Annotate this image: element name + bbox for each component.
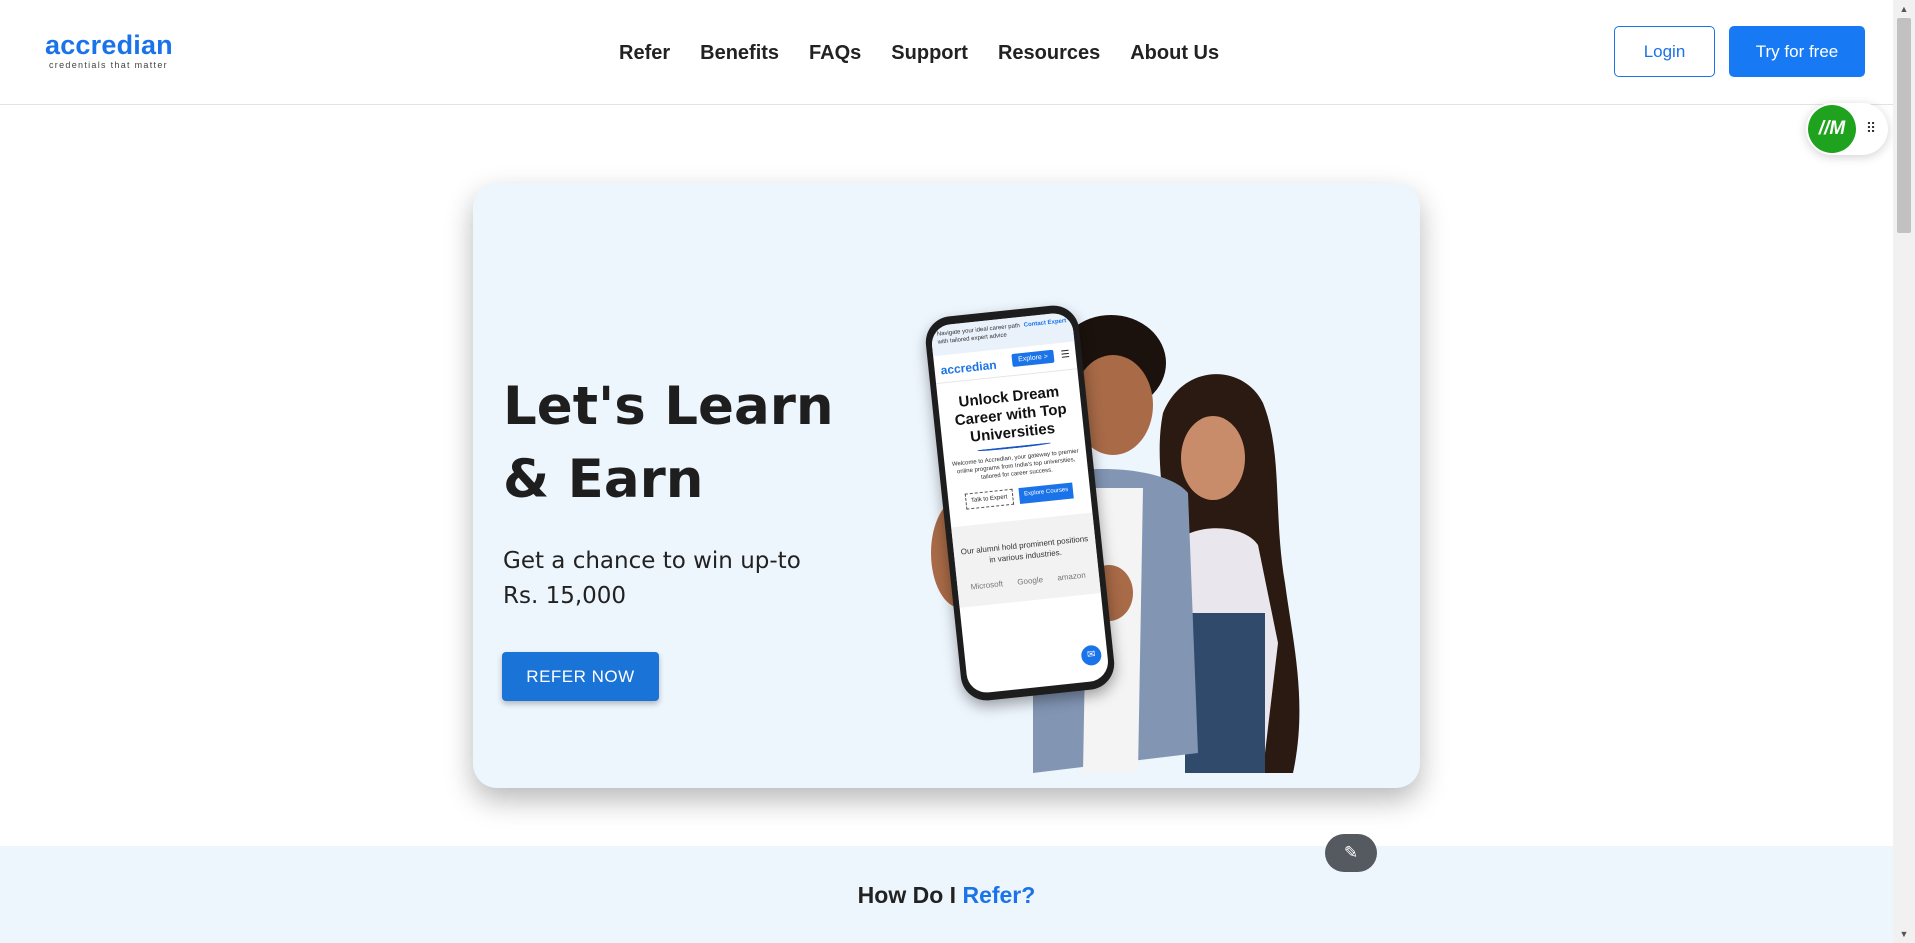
phone-top-text: Navigate your ideal career path with tai… [936, 323, 1021, 346]
hero-title-line2: & Earn [503, 449, 704, 510]
floating-widget[interactable]: //M ⠿ [1806, 103, 1888, 155]
scroll-down-arrow-icon[interactable]: ▼ [1893, 925, 1915, 943]
page-scrollbar[interactable]: ▲ ▼ [1893, 0, 1915, 943]
phone-alumni-text: Our alumni hold prominent positions in v… [960, 534, 1089, 565]
phone-explore-button: Explore > [1011, 349, 1055, 367]
hero-subtitle-line2: Rs. 15,000 [503, 583, 627, 609]
phone-contact-expert: Contact Expert [1023, 318, 1067, 329]
nav-about-us[interactable]: About Us [1130, 40, 1219, 66]
phone-heading: Unlock Dream Career with Top Universitie… [954, 383, 1068, 446]
logo-tagline: credentials that matter [49, 60, 168, 70]
nav-benefits[interactable]: Benefits [700, 40, 779, 66]
login-button[interactable]: Login [1614, 26, 1715, 77]
refer-now-button[interactable]: REFER NOW [502, 652, 659, 701]
hero-card: Let's Learn & Earn Get a chance to win u… [473, 183, 1420, 788]
nav-faqs[interactable]: FAQs [809, 40, 861, 66]
phone-chat-icon: ✉ [1080, 644, 1103, 667]
hero-subtitle: Get a chance to win up-to Rs. 15,000 [503, 544, 833, 614]
brand-logo[interactable]: accredian credentials that matter [45, 30, 175, 70]
hamburger-menu-icon: ☰ [1060, 349, 1071, 361]
hero-title: Let's Learn & Earn [503, 370, 843, 516]
widget-logo[interactable]: //M [1808, 105, 1856, 153]
google-logo: Google [1016, 575, 1044, 587]
drag-handle-icon[interactable]: ⠿ [1864, 116, 1878, 140]
phone-screen: Contact Expert Navigate your ideal caree… [930, 311, 1110, 695]
main-nav: Refer Benefits FAQs Support Resources Ab… [619, 40, 1219, 66]
amazon-logo: amazon [1056, 570, 1087, 583]
how-do-i-refer-section: How Do I Refer? [0, 846, 1893, 943]
nav-resources[interactable]: Resources [998, 40, 1100, 66]
phone-talk-to-expert: Talk to Expert [964, 488, 1015, 510]
nav-support[interactable]: Support [891, 40, 968, 66]
site-header: accredian credentials that matter Refer … [0, 0, 1893, 105]
how-section-title: How Do I Refer? [0, 882, 1893, 909]
hero-title-line1: Let's Learn [503, 376, 834, 437]
how-title-prefix: How Do I [857, 882, 963, 908]
phone-cta-buttons: Talk to Expert Explore Courses [948, 481, 1091, 512]
phone-company-logos: Microsoft Google amazon [963, 569, 1093, 594]
how-title-accent: Refer? [962, 882, 1036, 908]
hero-subtitle-line1: Get a chance to win up-to [503, 548, 801, 574]
nav-refer[interactable]: Refer [619, 40, 670, 66]
magic-wand-icon[interactable]: ✎ [1325, 834, 1377, 872]
scroll-up-arrow-icon[interactable]: ▲ [1893, 0, 1915, 18]
try-for-free-button[interactable]: Try for free [1729, 26, 1865, 77]
phone-explore-courses: Explore Courses [1018, 482, 1075, 504]
microsoft-logo: Microsoft [970, 579, 1004, 592]
phone-alumni-section: Our alumni hold prominent positions in v… [951, 512, 1101, 608]
phone-logo: accredian [939, 357, 998, 378]
scroll-thumb[interactable] [1897, 18, 1911, 233]
logo-name: accredian [45, 30, 173, 60]
phone-welcome-text: Welcome to Accredian, your gateway to pr… [951, 448, 1079, 481]
